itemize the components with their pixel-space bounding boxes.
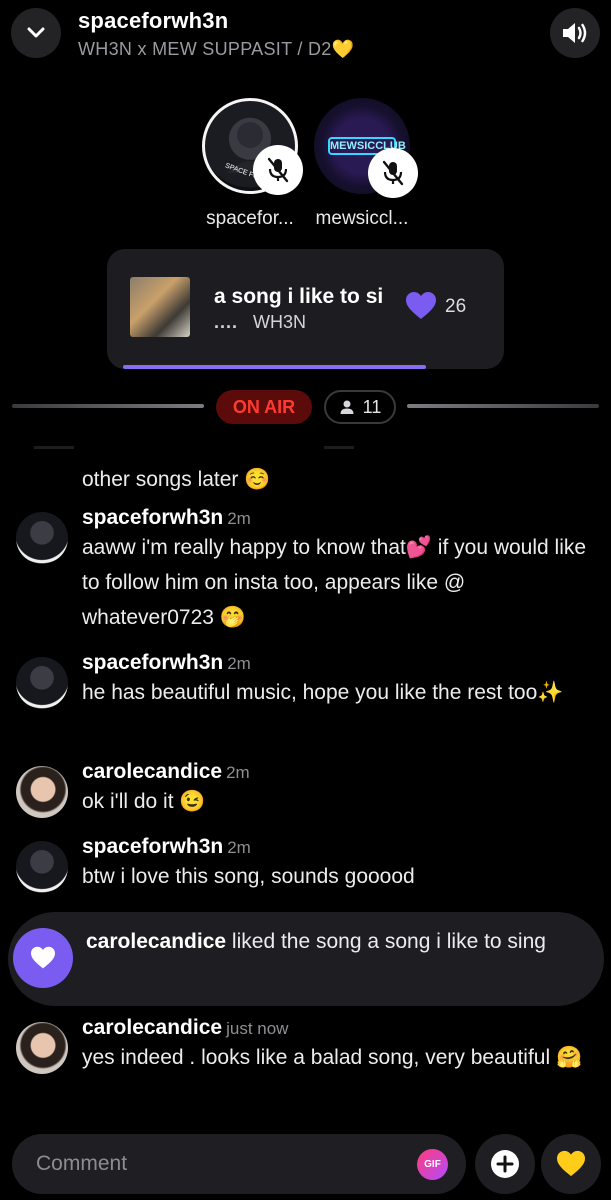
divider-right [407,404,599,408]
message-continuation: other songs later ☺️ [82,468,271,491]
liked-event-text: carolecandice liked the song a song i li… [86,926,586,957]
message-body: spaceforwh3n 2m he has beautiful music, h… [82,651,602,710]
message-time: 2m [227,654,251,673]
message-text: ok i'll do it 😉 [82,790,206,813]
message-body: spaceforwh3n 2m btw i love this song, sou… [82,835,602,894]
host-spaceforwh3n[interactable]: SPACE FOR spacefor... [190,98,310,230]
now-playing-card[interactable]: a song i like to sing .... WH3N 26 [107,249,504,369]
message-username[interactable]: spaceforwh3n [82,651,223,674]
send-heart-button[interactable] [541,1134,601,1194]
like-song-button[interactable] [405,291,437,323]
message-time: 2m [227,509,251,528]
add-button[interactable] [475,1134,535,1194]
host-list: SPACE FOR spacefor... MEWSICCLUB mewsicc… [0,98,611,238]
listener-count-button[interactable]: 11 [324,390,396,424]
liked-song-event: carolecandice liked the song a song i li… [8,912,604,1006]
listener-count: 11 [362,396,382,417]
heart-icon [406,292,436,319]
comment-input[interactable] [36,1150,396,1178]
avatar: SPACE FOR [202,98,303,195]
chevron-down-icon [27,27,45,38]
song-progress [107,365,504,369]
mic-muted-icon [267,157,289,183]
plus-circle-icon [491,1150,519,1178]
song-title: a song i like to sing [214,285,384,308]
avatar: MEWSICCLUB [314,98,418,198]
divider-left [12,404,204,408]
liked-event-message: liked the song a song i like to sing [226,930,546,953]
message-username[interactable]: carolecandice [82,1016,222,1039]
message-username[interactable]: carolecandice [82,760,222,783]
host-name: mewsiccl... [315,208,409,229]
avatar[interactable] [16,512,68,564]
host-name: spacefor... [206,208,294,229]
room-header: spaceforwh3n WH3N x MEW SUPPASIT / D2💛 [0,0,611,90]
collapse-button[interactable] [11,8,61,58]
speaker-icon [563,23,587,43]
mic-muted-badge [368,148,418,198]
room-title: spaceforwh3n [78,8,229,33]
room-subtitle: WH3N x MEW SUPPASIT / D2💛 [78,39,355,59]
message-username[interactable]: spaceforwh3n [82,835,223,858]
on-air-badge: ON AIR [216,390,312,424]
avatar[interactable] [16,841,68,893]
message-text: he has beautiful music, hope you like th… [82,681,564,704]
message-time: 2m [226,763,250,782]
message-text: btw i love this song, sounds gooood [82,865,415,888]
person-icon [340,400,354,414]
message-time: just now [226,1019,289,1038]
comment-box: GIF [12,1134,466,1194]
message-text: yes indeed . looks like a balad song, ve… [82,1046,583,1069]
clipped-text-remnant [34,446,354,449]
song-artist-row: .... WH3N [214,312,306,333]
gif-button[interactable]: GIF [417,1149,448,1180]
message-body: spaceforwh3n 2m aaww i'm really happy to … [82,506,602,635]
song-progress-fill [123,365,426,369]
avatar[interactable] [16,657,68,709]
playing-dots: .... [214,312,239,332]
yellow-heart-icon [557,1150,585,1177]
album-cover [130,277,190,337]
message-body: carolecandice just now yes indeed . looks… [82,1016,602,1075]
like-count: 26 [445,296,467,317]
avatar[interactable] [16,766,68,818]
volume-button[interactable] [550,8,600,58]
room-title-block: spaceforwh3n WH3N x MEW SUPPASIT / D2💛 [78,8,354,60]
message-text: aaww i'm really happy to know that💕 if y… [82,536,587,629]
mic-muted-icon [382,160,404,186]
mic-muted-badge [253,145,303,195]
message-body: carolecandice 2m ok i'll do it 😉 [82,760,602,819]
message-username[interactable]: spaceforwh3n [82,506,223,529]
liked-heart-badge [13,928,73,988]
host-mewsicclub[interactable]: MEWSICCLUB mewsiccl... [302,98,422,230]
message-time: 2m [227,838,251,857]
song-artist: WH3N [253,312,307,332]
chat-feed[interactable]: other songs later ☺️ spaceforwh3n 2m aaww… [0,440,611,1130]
avatar[interactable] [16,1022,68,1074]
heart-icon [31,946,55,969]
liked-event-username[interactable]: carolecandice [86,930,226,953]
